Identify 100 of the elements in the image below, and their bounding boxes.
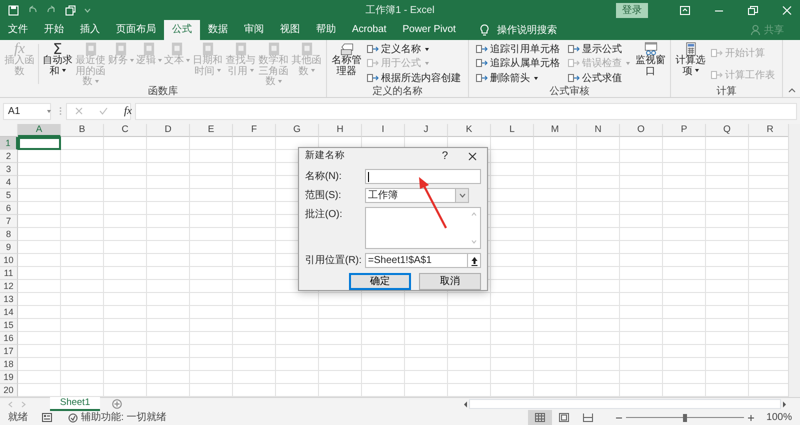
zoom-out-icon[interactable]	[616, 414, 622, 420]
row-header[interactable]: 2	[0, 150, 18, 163]
view-button[interactable]	[528, 410, 552, 425]
column-header[interactable]: Q	[706, 124, 749, 137]
scroll-down-icon[interactable]	[471, 240, 477, 244]
row-header[interactable]: 6	[0, 202, 18, 215]
macro-record-icon[interactable]	[42, 413, 52, 422]
column-header[interactable]: D	[147, 124, 190, 137]
name-tag-icon[interactable]	[340, 42, 354, 56]
cancel-icon[interactable]	[75, 107, 83, 115]
calculator-icon[interactable]	[686, 42, 696, 56]
row-header[interactable]: 5	[0, 189, 18, 202]
row-header[interactable]: 1	[0, 137, 18, 150]
row-header[interactable]: 8	[0, 228, 18, 241]
arrow-box-icon[interactable]	[476, 73, 488, 84]
glasses-icon[interactable]	[644, 42, 658, 56]
column-header[interactable]: P	[663, 124, 706, 137]
column-header[interactable]: R	[749, 124, 788, 137]
row-header[interactable]: 17	[0, 345, 18, 358]
arrow-box-icon[interactable]	[476, 44, 488, 55]
column-header[interactable]: F	[233, 124, 276, 137]
lightbulb-icon[interactable]	[480, 24, 489, 36]
column-header[interactable]: G	[276, 124, 319, 137]
row-header[interactable]: 7	[0, 215, 18, 228]
ribbon-button[interactable]: 监视窗口	[634, 42, 667, 88]
previous-sheet-icon[interactable]	[8, 400, 13, 408]
ribbon-button[interactable]: 根据所选内容创建	[367, 72, 461, 86]
ribbon-button[interactable]: 显示公式	[568, 42, 630, 56]
ribbon-button[interactable]: 追踪从属单元格	[476, 57, 560, 70]
help-button[interactable]: ?	[442, 148, 448, 165]
ribbon-tab[interactable]: 页面布局	[108, 20, 164, 40]
column-header[interactable]: E	[190, 124, 233, 137]
row-header[interactable]: 19	[0, 371, 18, 384]
ribbon-button[interactable]: 定义名称	[367, 42, 461, 56]
collapse-dialog-button[interactable]	[468, 253, 481, 268]
ribbon-options-icon[interactable]	[680, 6, 690, 14]
column-header[interactable]: L	[491, 124, 534, 137]
ribbon-tab[interactable]: Acrobat	[344, 20, 394, 40]
save-icon[interactable]	[8, 4, 19, 16]
column-header[interactable]: C	[104, 124, 147, 137]
name-box[interactable]: A1	[3, 102, 51, 120]
name-field[interactable]	[365, 169, 481, 184]
ribbon-button[interactable]: 计算选项	[674, 42, 707, 88]
comment-field[interactable]	[365, 207, 481, 249]
check-icon[interactable]	[99, 107, 108, 115]
ribbon-button[interactable]: 删除箭头	[476, 72, 560, 86]
selected-cell[interactable]	[18, 137, 61, 150]
caret-icon[interactable]	[62, 69, 66, 72]
ribbon-tab[interactable]: 审阅	[236, 20, 272, 40]
row-header[interactable]: 15	[0, 319, 18, 332]
accessibility-status[interactable]: 辅助功能: 一切就绪	[81, 410, 167, 425]
ribbon-button[interactable]: 追踪引用单元格	[476, 42, 560, 56]
column-header[interactable]: J	[405, 124, 448, 137]
scope-select[interactable]: 工作簿	[365, 188, 455, 203]
ribbon-tab[interactable]: 插入	[72, 20, 108, 40]
zoom-level[interactable]: 100%	[766, 410, 792, 425]
ribbon-button[interactable]: 公式求值	[568, 72, 630, 86]
row-header[interactable]: 12	[0, 280, 18, 293]
touch-mode-icon[interactable]	[65, 4, 76, 16]
row-header[interactable]: 20	[0, 384, 18, 397]
ribbon-tab[interactable]: 数据	[200, 20, 236, 40]
column-header[interactable]: N	[577, 124, 620, 137]
horizontal-scrollbar[interactable]	[469, 399, 781, 409]
row-header[interactable]: 4	[0, 176, 18, 189]
reference-field[interactable]: =Sheet1!$A$1	[365, 253, 468, 268]
row-header[interactable]: 16	[0, 332, 18, 345]
ribbon-tab[interactable]: 文件	[0, 20, 36, 40]
close-icon[interactable]	[468, 152, 477, 161]
accessibility-icon[interactable]	[68, 412, 78, 422]
column-header[interactable]: I	[362, 124, 405, 137]
tell-me-search[interactable]: 操作说明搜索	[496, 22, 557, 38]
scroll-up-icon[interactable]	[471, 212, 477, 216]
column-header[interactable]: H	[319, 124, 362, 137]
dialog-button[interactable]: 确定	[349, 273, 411, 290]
arrow-box-icon[interactable]	[568, 73, 580, 84]
caret-icon[interactable]	[534, 77, 538, 80]
row-header[interactable]: 3	[0, 163, 18, 176]
column-header[interactable]: M	[534, 124, 577, 137]
insert-function-button[interactable]: fx	[124, 102, 132, 120]
row-header[interactable]: 10	[0, 254, 18, 267]
dialog-button[interactable]: 取消	[419, 273, 481, 290]
dropdown-button[interactable]	[455, 188, 469, 203]
column-header[interactable]: O	[620, 124, 663, 137]
login-button[interactable]: 登录	[616, 2, 648, 18]
arrow-box-icon[interactable]	[367, 73, 379, 84]
arrow-box-icon[interactable]	[568, 44, 580, 55]
collapse-ribbon-icon[interactable]	[788, 88, 796, 93]
row-header[interactable]: 13	[0, 293, 18, 306]
ribbon-tab[interactable]: 公式	[164, 20, 200, 40]
row-header[interactable]: 14	[0, 306, 18, 319]
customize-caret-icon[interactable]	[84, 8, 91, 12]
arrow-box-icon[interactable]	[367, 44, 379, 55]
column-header[interactable]: B	[61, 124, 104, 137]
row-header[interactable]: 18	[0, 358, 18, 371]
arrow-box-icon[interactable]	[476, 58, 488, 70]
add-sheet-icon[interactable]	[112, 399, 122, 409]
column-header[interactable]: A	[18, 124, 61, 137]
column-header[interactable]: K	[448, 124, 491, 137]
formula-field[interactable]	[135, 102, 797, 120]
ribbon-button[interactable]: Σ 自动求和	[41, 42, 74, 88]
